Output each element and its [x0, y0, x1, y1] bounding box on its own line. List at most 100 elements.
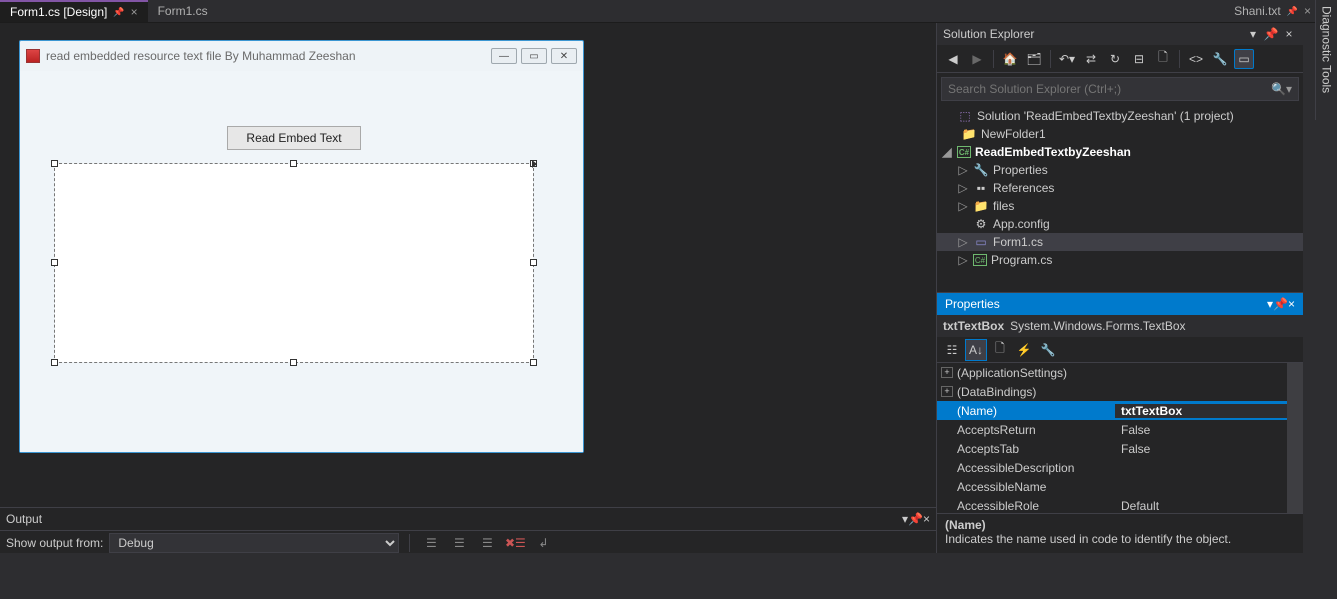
tree-node-solution[interactable]: ⬚ Solution 'ReadEmbedTextbyZeeshan' (1 p…	[937, 107, 1303, 125]
prop-value[interactable]: False	[1115, 442, 1287, 456]
tree-node-references[interactable]: ▷ ▪▪ References	[937, 179, 1303, 197]
preview-selected-icon[interactable]: ▭	[1234, 49, 1254, 69]
tab-shani-txt[interactable]: Shani.txt 📌 ×	[1224, 0, 1321, 22]
output-title: Output	[6, 512, 902, 526]
winform-window[interactable]: read embedded resource text file By Muha…	[19, 40, 584, 453]
object-type: System.Windows.Forms.TextBox	[1010, 319, 1185, 333]
show-all-files-icon[interactable]: 🗋	[1153, 49, 1173, 69]
form-icon: ▭	[973, 235, 989, 249]
node-label: Properties	[993, 163, 1048, 177]
expand-icon[interactable]: ▷	[957, 253, 969, 267]
tree-node-program[interactable]: ▷ C# Program.cs	[937, 251, 1303, 269]
txttextbox-control[interactable]	[55, 164, 533, 362]
find-message-icon[interactable]: ☰	[420, 533, 442, 553]
prop-value[interactable]: False	[1115, 423, 1287, 437]
properties-icon[interactable]: 🗋	[989, 339, 1011, 361]
prop-value[interactable]: Default	[1115, 499, 1287, 513]
categorized-icon[interactable]: ☷	[941, 339, 963, 361]
window-position-icon[interactable]: ▾	[1245, 26, 1261, 42]
solution-tree[interactable]: ⬚ Solution 'ReadEmbedTextbyZeeshan' (1 p…	[937, 105, 1303, 292]
collapse-all-icon[interactable]: ⊟	[1129, 49, 1149, 69]
properties-scrollbar[interactable]	[1287, 363, 1303, 513]
prop-row-acceptsreturn[interactable]: AcceptsReturn False	[937, 420, 1287, 439]
smart-tag-glyph[interactable]	[532, 160, 537, 168]
properties-grid[interactable]: + (ApplicationSettings) + (DataBindings)…	[937, 363, 1287, 513]
expand-icon[interactable]: +	[941, 386, 953, 397]
next-message-icon[interactable]: ☰	[476, 533, 498, 553]
autohide-icon[interactable]: 📌	[1263, 26, 1279, 42]
autohide-icon[interactable]: 📌	[1273, 297, 1288, 311]
prop-name: AccessibleDescription	[937, 461, 1115, 475]
expand-icon[interactable]: ▷	[957, 199, 969, 213]
tree-node-appconfig[interactable]: ⚙ App.config	[937, 215, 1303, 233]
close-icon[interactable]: ×	[1304, 4, 1311, 18]
pin-icon[interactable]: 📌	[1287, 6, 1298, 17]
maximize-button[interactable]: ▭	[521, 48, 547, 64]
alphabetical-icon[interactable]: A↓	[965, 339, 987, 361]
expand-icon[interactable]: ▷	[957, 235, 969, 249]
sync-icon[interactable]: 🗂	[1024, 49, 1044, 69]
prop-name: (DataBindings)	[937, 385, 1115, 399]
solution-explorer-toolbar: ◀ ▶ 🏠 🗂 ↶▾ ⇄ ↻ ⊟ 🗋 <> 🔧 ▭	[937, 45, 1303, 73]
refresh-icon[interactable]: ↻	[1105, 49, 1125, 69]
toggle-wrap-icon[interactable]: ↲	[532, 533, 554, 553]
history-icon[interactable]: ↶▾	[1057, 49, 1077, 69]
solution-explorer-search[interactable]: 🔍▾	[941, 77, 1299, 101]
prev-message-icon[interactable]: ☰	[448, 533, 470, 553]
view-code-icon[interactable]: <>	[1186, 49, 1206, 69]
prop-row-accessiblerole[interactable]: AccessibleRole Default	[937, 496, 1287, 513]
tree-node-properties[interactable]: ▷ 🔧 Properties	[937, 161, 1303, 179]
property-pages-icon[interactable]: 🔧	[1037, 339, 1059, 361]
search-icon[interactable]: 🔍▾	[1271, 82, 1292, 96]
prop-row-accessibledesc[interactable]: AccessibleDescription	[937, 458, 1287, 477]
prop-row-accessiblename[interactable]: AccessibleName	[937, 477, 1287, 496]
expand-icon[interactable]: ◢	[941, 145, 953, 159]
prop-row-acceptstab[interactable]: AcceptsTab False	[937, 439, 1287, 458]
events-icon[interactable]: ⚡	[1013, 339, 1035, 361]
tab-form1-cs[interactable]: Form1.cs	[148, 0, 218, 22]
diagnostic-tools-tab[interactable]: Diagnostic Tools	[1315, 0, 1337, 120]
expand-icon[interactable]: ▷	[957, 181, 969, 195]
close-icon[interactable]: ×	[923, 512, 930, 526]
tab-label: Shani.txt	[1234, 4, 1281, 18]
folder-icon: 📁	[961, 127, 977, 141]
prop-value[interactable]: txtTextBox	[1115, 404, 1287, 418]
properties-object-selector[interactable]: txtTextBox System.Windows.Forms.TextBox	[937, 315, 1303, 337]
tree-node-form1[interactable]: ▷ ▭ Form1.cs	[937, 233, 1303, 251]
close-icon[interactable]: ×	[131, 5, 138, 19]
output-source-select[interactable]: Debug	[109, 533, 399, 553]
back-icon[interactable]: ◀	[943, 49, 963, 69]
forward-icon[interactable]: ▶	[967, 49, 987, 69]
search-input[interactable]	[948, 82, 1271, 96]
tree-node-files-folder[interactable]: ▷ 📁 files	[937, 197, 1303, 215]
pin-icon[interactable]: 📌	[113, 7, 124, 18]
home-icon[interactable]: 🏠	[1000, 49, 1020, 69]
prop-name: (Name)	[937, 404, 1115, 418]
close-button[interactable]: ✕	[551, 48, 577, 64]
solution-icon: ⬚	[957, 109, 973, 123]
clear-all-icon[interactable]: ✖☰	[504, 533, 526, 553]
tab-spacer	[218, 0, 1224, 22]
prop-row-name[interactable]: (Name) txtTextBox	[937, 401, 1287, 420]
designer-surface[interactable]: read embedded resource text file By Muha…	[0, 23, 936, 553]
tab-form1-design[interactable]: Form1.cs [Design] 📌 ×	[0, 0, 148, 22]
switch-view-icon[interactable]: ⇄	[1081, 49, 1101, 69]
prop-row-appsettings[interactable]: + (ApplicationSettings)	[937, 363, 1287, 382]
winform-client-area[interactable]: Read Embed Text	[20, 71, 583, 452]
close-icon[interactable]: ×	[1288, 297, 1295, 311]
tree-node-newfolder[interactable]: 📁 NewFolder1	[937, 125, 1303, 143]
expand-icon[interactable]: +	[941, 367, 953, 378]
minimize-button[interactable]: —	[491, 48, 517, 64]
tree-node-project[interactable]: ◢ C# ReadEmbedTextbyZeeshan	[937, 143, 1303, 161]
prop-row-databindings[interactable]: + (DataBindings)	[937, 382, 1287, 401]
properties-header: Properties ▾ 📌 ×	[937, 293, 1303, 315]
winform-titlebar[interactable]: read embedded resource text file By Muha…	[20, 41, 583, 71]
properties-toolbar: ☷ A↓ 🗋 ⚡ 🔧	[937, 337, 1303, 363]
properties-icon[interactable]: 🔧	[1210, 49, 1230, 69]
node-label: ReadEmbedTextbyZeeshan	[975, 145, 1131, 159]
expand-icon[interactable]: ▷	[957, 163, 969, 177]
close-icon[interactable]: ×	[1281, 26, 1297, 42]
autohide-icon[interactable]: 📌	[908, 512, 923, 526]
read-embed-text-button[interactable]: Read Embed Text	[227, 126, 361, 150]
node-label: Solution 'ReadEmbedTextbyZeeshan' (1 pro…	[977, 109, 1234, 123]
